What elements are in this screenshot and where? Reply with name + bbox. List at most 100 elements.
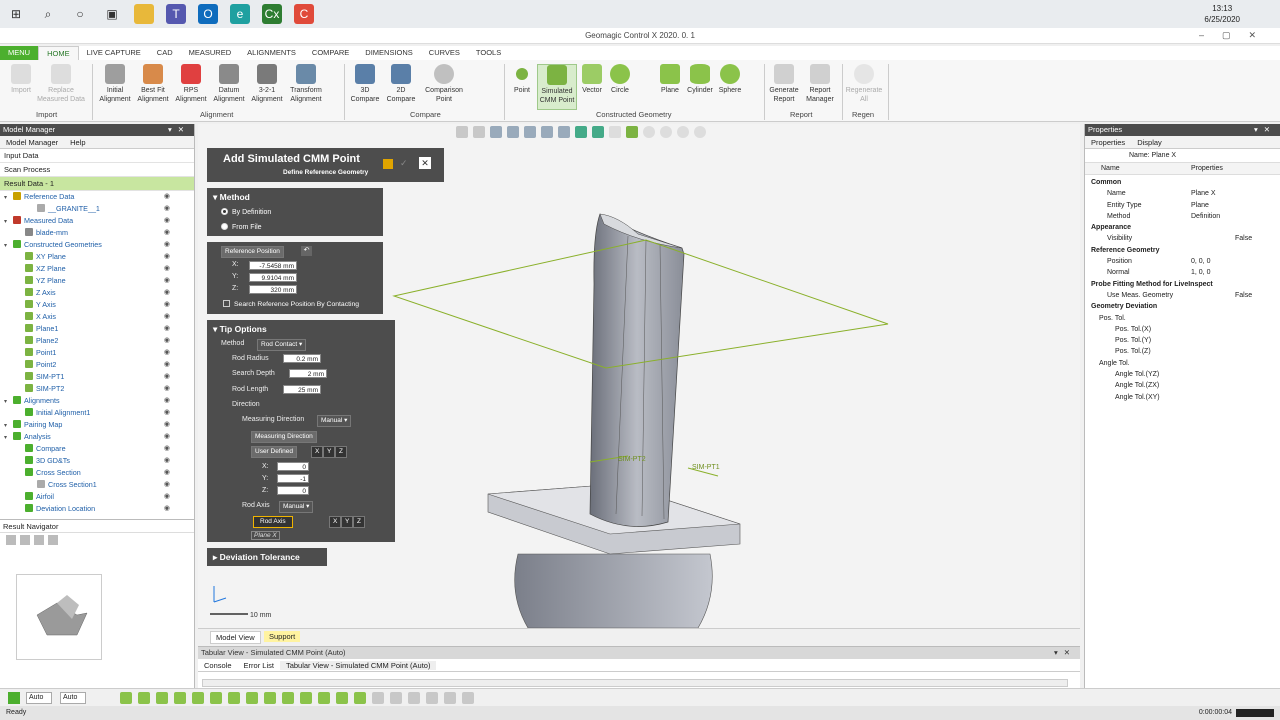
close-icon[interactable]: ✕ [419, 157, 431, 169]
properties-controls[interactable]: ▾✕ [1254, 124, 1276, 136]
start-icon[interactable]: ⊞ [6, 4, 26, 24]
visibility-eye-icon[interactable]: ◉ [164, 407, 170, 419]
ref-y-input[interactable]: 9.9104 mm [249, 273, 297, 282]
tree-item[interactable]: XY Plane ◉ [0, 251, 194, 263]
input-data-section[interactable]: Input Data [0, 149, 194, 163]
visibility-eye-icon[interactable]: ◉ [164, 299, 170, 311]
filter-tool-icon[interactable] [462, 692, 474, 704]
filter-tool-icon[interactable] [282, 692, 294, 704]
user-defined-button[interactable]: User Defined [251, 446, 297, 458]
property-row[interactable]: Angle Tol. [1085, 358, 1280, 369]
measuring-direction-select[interactable]: Manual ▾ [317, 415, 352, 427]
tree-item[interactable]: Plane1 ◉ [0, 323, 194, 335]
window-controls[interactable]: –▢✕ [1199, 30, 1274, 41]
by-definition-radio[interactable]: By Definition [221, 208, 271, 216]
tree-item[interactable]: ▾ Alignments ◉ [0, 395, 194, 407]
property-row[interactable]: Method Definition [1085, 211, 1280, 222]
panel-controls[interactable]: ▾✕ [168, 124, 190, 136]
view-tool-icon[interactable] [694, 126, 706, 138]
ribbon-tab-compare[interactable]: COMPARE [304, 46, 357, 60]
tab-model-view[interactable]: Model View [210, 631, 261, 644]
visibility-eye-icon[interactable]: ◉ [164, 263, 170, 275]
view-tool-icon[interactable] [541, 126, 553, 138]
filter-tool-icon[interactable] [354, 692, 366, 704]
import-button[interactable]: Import [6, 64, 36, 95]
transform-alignment-button[interactable]: Transform Alignment [286, 64, 326, 104]
rod-length-input[interactable]: 25 mm [283, 385, 321, 394]
ribbon-tab-dimensions[interactable]: DIMENSIONS [357, 46, 421, 60]
generate-report-button[interactable]: Generate Report [766, 64, 802, 104]
visibility-eye-icon[interactable]: ◉ [164, 227, 170, 239]
dir-z-input[interactable]: 0 [277, 486, 309, 495]
tree-item[interactable]: ▾ Measured Data ◉ [0, 215, 194, 227]
tree-item[interactable]: Airfoil ◉ [0, 491, 194, 503]
tree-item[interactable]: Y Axis ◉ [0, 299, 194, 311]
visibility-eye-icon[interactable]: ◉ [164, 383, 170, 395]
comparison-point-button[interactable]: Comparison Point [422, 64, 466, 104]
tree-item[interactable]: SIM-PT2 ◉ [0, 383, 194, 395]
initial-alignment-button[interactable]: Initial Alignment [96, 64, 134, 104]
navigator-icon[interactable] [48, 535, 58, 545]
tab-tabular-view[interactable]: Tabular View - Simulated CMM Point (Auto… [279, 660, 437, 670]
select-mode-icon[interactable] [8, 692, 20, 704]
visibility-eye-icon[interactable]: ◉ [164, 347, 170, 359]
filter-tool-icon[interactable] [318, 692, 330, 704]
tab-properties[interactable]: Properties [1085, 138, 1131, 147]
filter-tool-icon[interactable] [138, 692, 150, 704]
tab-help[interactable]: Help [64, 138, 91, 147]
tab-model-manager[interactable]: Model Manager [0, 138, 64, 147]
cortana-icon[interactable]: ○ [70, 4, 90, 24]
replace-measured-data-button[interactable]: Replace Measured Data [36, 64, 86, 104]
tree-item[interactable]: Z Axis ◉ [0, 287, 194, 299]
sphere-button[interactable]: Sphere [716, 64, 744, 95]
undo-icon[interactable]: ↶ [301, 246, 312, 256]
filter-tool-icon[interactable] [246, 692, 258, 704]
visibility-eye-icon[interactable]: ◉ [164, 335, 170, 347]
tab-display[interactable]: Display [1131, 138, 1168, 147]
filter-tool-icon[interactable] [390, 692, 402, 704]
report-manager-button[interactable]: Report Manager [802, 64, 838, 104]
teams-icon[interactable]: T [166, 4, 186, 24]
view-tool-icon[interactable] [490, 126, 502, 138]
rod-axis-entity[interactable]: Plane X [251, 531, 280, 540]
visibility-eye-icon[interactable]: ◉ [164, 467, 170, 479]
ribbon-tab-measured[interactable]: MEASURED [181, 46, 240, 60]
search-by-contacting-checkbox[interactable]: Search Reference Position By Contacting [223, 300, 359, 308]
rod-axis-z-button[interactable]: Z [353, 516, 365, 528]
tree-item[interactable]: Compare ◉ [0, 443, 194, 455]
axis-y-button[interactable]: Y [323, 446, 336, 458]
property-row[interactable]: Normal 1, 0, 0 [1085, 267, 1280, 278]
property-row[interactable]: Visibility False [1085, 233, 1280, 244]
navigator-thumbnail[interactable] [16, 574, 102, 660]
ribbon-tab-curves[interactable]: CURVES [421, 46, 468, 60]
property-value[interactable]: False [1235, 233, 1252, 244]
regenerate-all-button[interactable]: Regenerate All [842, 64, 886, 104]
property-row[interactable]: Name Plane X [1085, 188, 1280, 199]
datum-alignment-button[interactable]: Datum Alignment [210, 64, 248, 104]
navigator-icon[interactable] [20, 535, 30, 545]
tree-item[interactable]: XZ Plane ◉ [0, 263, 194, 275]
tabular-scrollbar[interactable] [202, 679, 1068, 687]
visibility-eye-icon[interactable]: ◉ [164, 203, 170, 215]
property-row[interactable]: Entity Type Plane [1085, 200, 1280, 211]
visibility-eye-icon[interactable]: ◉ [164, 395, 170, 407]
control-x-icon[interactable]: Cx [262, 4, 282, 24]
visibility-eye-icon[interactable]: ◉ [164, 275, 170, 287]
tree-item[interactable]: Plane2 ◉ [0, 335, 194, 347]
tree-item[interactable]: ▾ Reference Data ◉ [0, 191, 194, 203]
visibility-eye-icon[interactable]: ◉ [164, 479, 170, 491]
from-file-radio[interactable]: From File [221, 223, 262, 231]
view-tool-icon[interactable] [558, 126, 570, 138]
visibility-eye-icon[interactable]: ◉ [164, 239, 170, 251]
visibility-eye-icon[interactable]: ◉ [164, 287, 170, 299]
property-row[interactable]: Pos. Tol.(Z) [1085, 346, 1280, 357]
property-row[interactable]: Common [1085, 177, 1280, 188]
tree-item[interactable]: SIM-PT1 ◉ [0, 371, 194, 383]
view-tool-icon[interactable] [592, 126, 604, 138]
view-tool-icon[interactable] [456, 126, 468, 138]
property-value[interactable]: 1, 0, 0 [1191, 267, 1210, 278]
view-tool-icon[interactable] [626, 126, 638, 138]
auto-select-1[interactable]: Auto [26, 692, 52, 704]
rod-axis-button[interactable]: Rod Axis [253, 516, 293, 528]
tree-item[interactable]: blade-mm ◉ [0, 227, 194, 239]
